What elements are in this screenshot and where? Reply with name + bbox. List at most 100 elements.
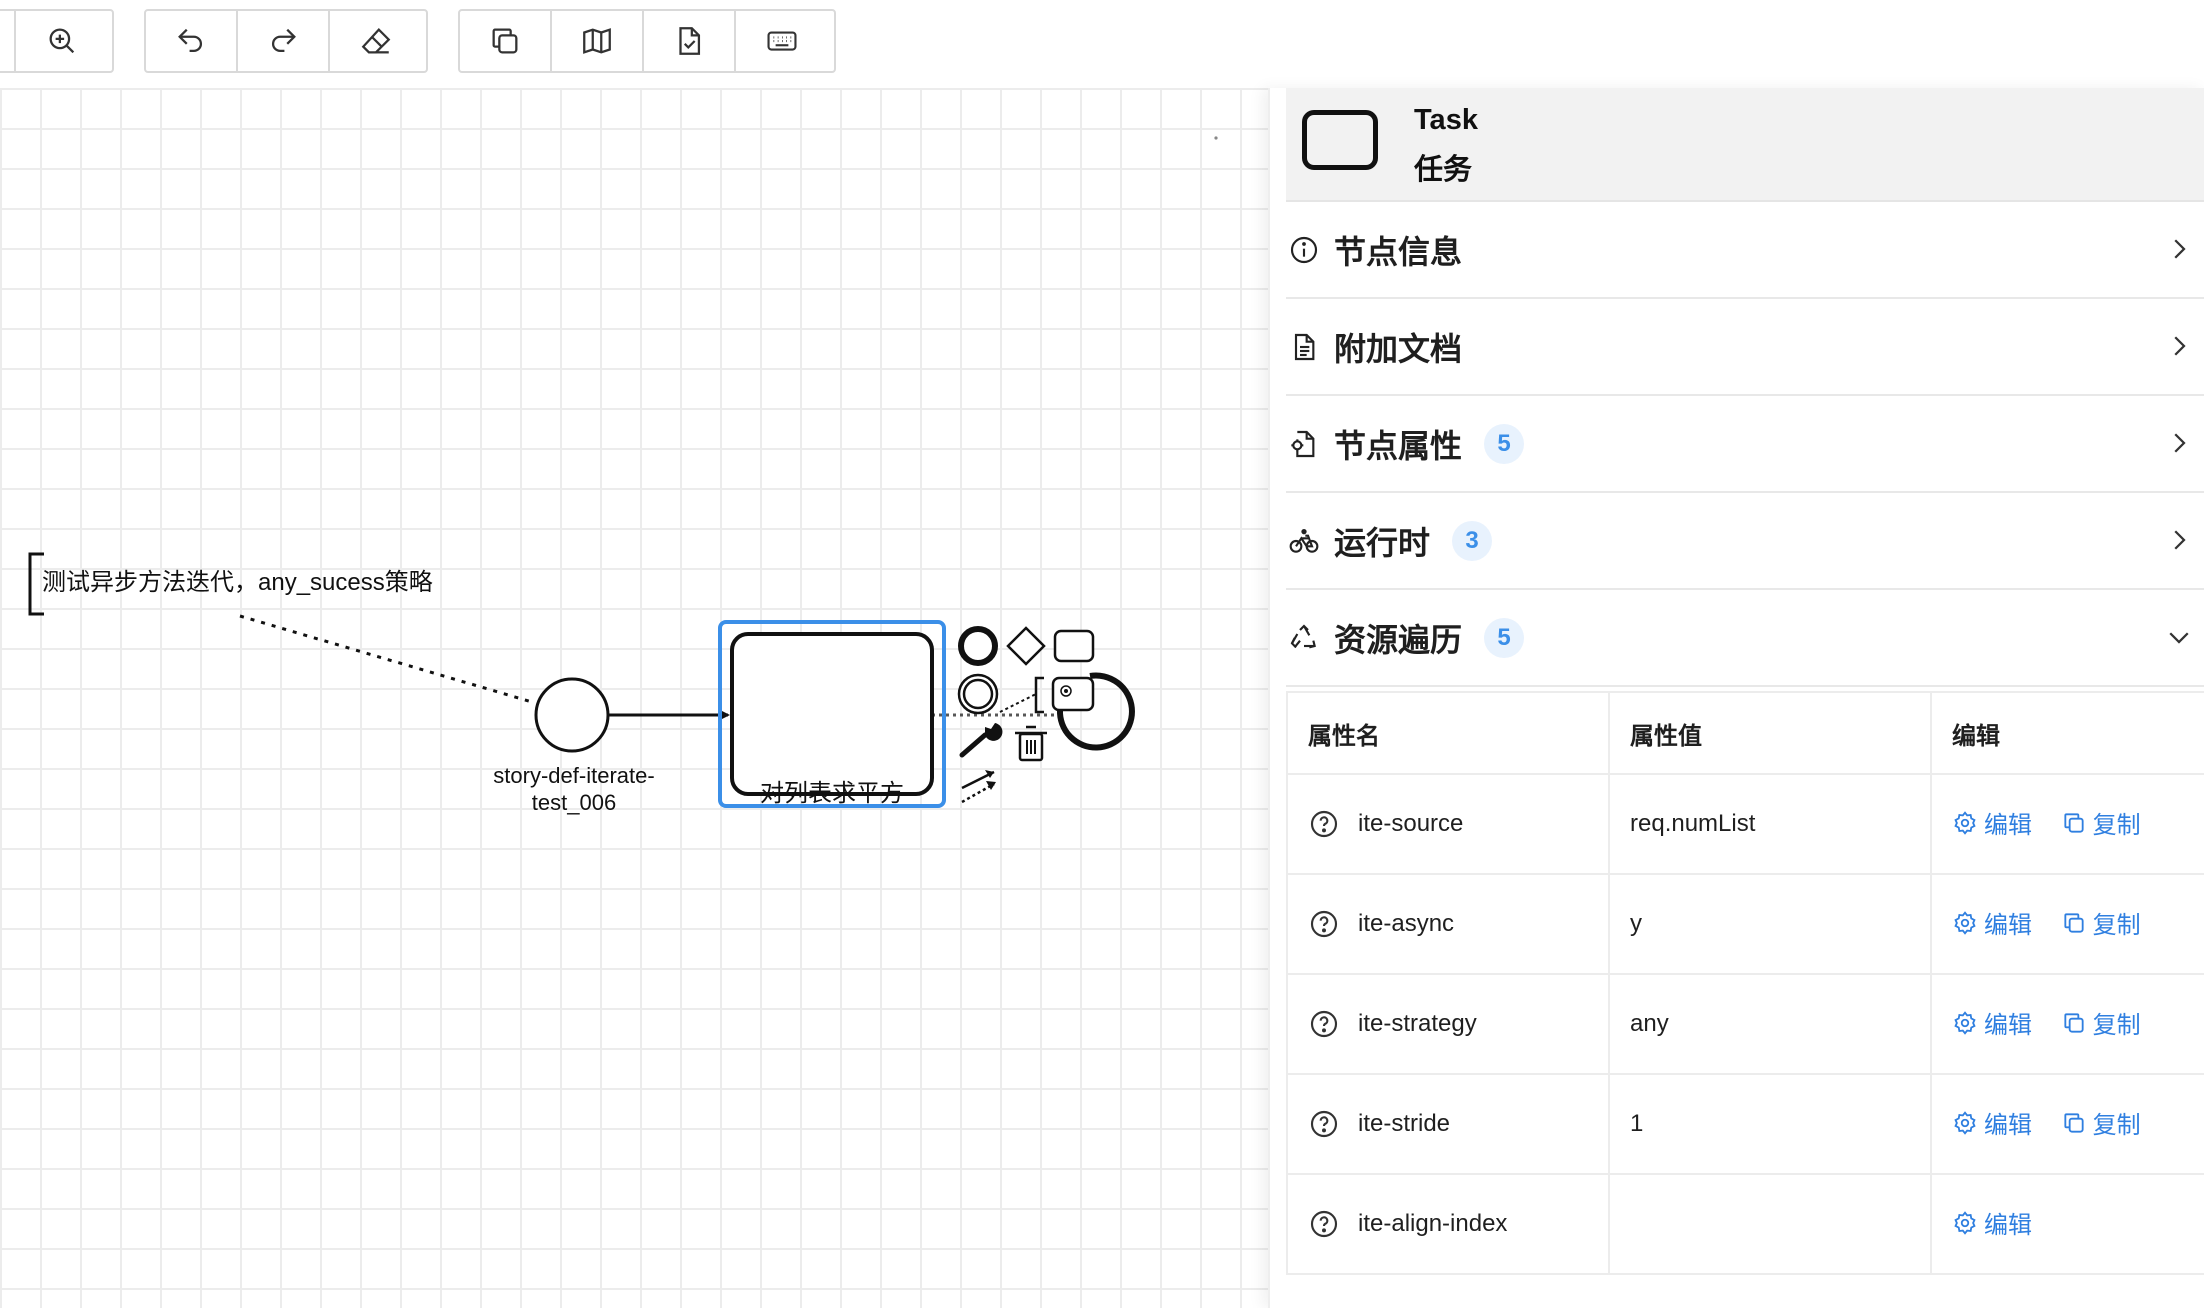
- copy-button[interactable]: 复制: [2061, 1105, 2141, 1140]
- property-value: 1: [1608, 1073, 1932, 1175]
- help-icon[interactable]: [1308, 908, 1340, 940]
- table-row: ite-stride 1 编辑 复制: [1286, 1073, 2204, 1175]
- edit-button[interactable]: 编辑: [1952, 1105, 2032, 1140]
- edit-button[interactable]: 编辑: [1952, 1205, 2032, 1240]
- copy-label: 复制: [2092, 1012, 2141, 1040]
- section-node-properties[interactable]: 节点属性 5: [1286, 396, 2204, 493]
- section-title: 节点信息: [1334, 233, 1463, 270]
- append-gateway-icon[interactable]: [1006, 626, 1046, 666]
- map-icon: [583, 28, 611, 54]
- chevron-right-icon: [2174, 336, 2186, 356]
- copy-icon: [2064, 1013, 2084, 1033]
- property-name-cell: ite-async: [1286, 873, 1610, 975]
- section-title: 资源遍历: [1334, 621, 1463, 658]
- eraser-button[interactable]: [330, 11, 422, 71]
- edit-label: 编辑: [1984, 1012, 2032, 1040]
- property-actions-cell: 编辑 复制: [1930, 1073, 2204, 1175]
- document-check-icon: [679, 27, 701, 55]
- section-node-info[interactable]: 节点信息: [1286, 202, 2204, 299]
- edit-label: 编辑: [1984, 812, 2032, 840]
- count-badge: 5: [1484, 617, 1525, 658]
- gear-icon: [1954, 810, 1976, 835]
- property-value: any: [1608, 973, 1932, 1075]
- trash-icon[interactable]: [1015, 725, 1047, 762]
- edit-label: 编辑: [1984, 1212, 2032, 1240]
- bike-icon: [1286, 523, 1322, 559]
- edit-label: 编辑: [1984, 1112, 2032, 1140]
- append-intermediate-event-icon[interactable]: [957, 673, 999, 715]
- canvas-dot: [1214, 136, 1218, 140]
- property-name-cell: ite-align-index: [1286, 1173, 1610, 1275]
- undo-icon: [178, 28, 202, 53]
- column-header-name: 属性名: [1286, 691, 1610, 775]
- start-event-label: story-def-iterate-test_006: [493, 763, 655, 815]
- column-header-edit: 编辑: [1930, 691, 2204, 775]
- copy-button[interactable]: 复制: [2061, 805, 2141, 840]
- start-event[interactable]: [534, 677, 610, 753]
- minimap-button[interactable]: [552, 11, 644, 71]
- copy-icon: [2064, 813, 2084, 833]
- property-name: ite-source: [1358, 810, 1464, 837]
- text-annotation-icon[interactable]: [999, 676, 1044, 714]
- eraser-icon: [361, 28, 391, 54]
- help-icon[interactable]: [1308, 1008, 1340, 1040]
- copy-label: 复制: [2092, 812, 2141, 840]
- append-task-icon[interactable]: [1053, 629, 1095, 663]
- section-runtime[interactable]: 运行时 3: [1286, 493, 2204, 590]
- element-type-subtitle: 任务: [1414, 154, 1473, 186]
- panel-header: Task 任务: [1286, 88, 2204, 202]
- file-gear-icon: [1286, 426, 1322, 462]
- property-name-cell: ite-source: [1286, 773, 1610, 875]
- toolbar-group-zoom: [0, 9, 114, 73]
- redo-icon: [272, 28, 296, 53]
- count-badge: 3: [1452, 520, 1493, 561]
- document-icon: [1286, 329, 1322, 365]
- text-annotation[interactable]: 测试异步方法迭代，any_sucess策略: [42, 562, 433, 597]
- chevron-right-icon: [2174, 433, 2186, 453]
- property-actions-cell: 编辑 复制: [1930, 873, 2204, 975]
- copy-icon: [2064, 913, 2084, 933]
- recycle-icon: [1286, 620, 1322, 656]
- toolbar-partial-button[interactable]: [0, 11, 16, 71]
- section-documentation[interactable]: 附加文档: [1286, 299, 2204, 396]
- redo-button[interactable]: [238, 11, 330, 71]
- copy-label: 复制: [2092, 912, 2141, 940]
- copy-button[interactable]: 复制: [2061, 1005, 2141, 1040]
- service-task-icon[interactable]: [1051, 676, 1095, 712]
- diagram-svg: [28, 136, 1218, 808]
- help-icon[interactable]: [1308, 1208, 1340, 1240]
- append-end-event-icon[interactable]: [958, 626, 998, 666]
- connect-arrow-icon[interactable]: [961, 770, 996, 804]
- edit-button[interactable]: 编辑: [1952, 1005, 2032, 1040]
- keyboard-button[interactable]: [736, 11, 828, 71]
- diagram-canvas[interactable]: 测试异步方法迭代，any_sucess策略 story-def-iterate-…: [0, 88, 1268, 1308]
- properties-table: 属性名 属性值 编辑 ite-source req.numList 编辑 复制: [1286, 691, 2204, 1275]
- gear-icon: [1954, 1010, 1976, 1035]
- association-line[interactable]: [239, 614, 533, 704]
- info-icon: [1286, 232, 1322, 268]
- copy-button[interactable]: [460, 11, 552, 71]
- help-icon[interactable]: [1308, 1108, 1340, 1140]
- task-label: 对列表求平方: [730, 698, 934, 882]
- edit-button[interactable]: 编辑: [1952, 805, 2032, 840]
- toolbar-group-history: [144, 9, 428, 73]
- section-title: 节点属性: [1334, 427, 1463, 464]
- property-actions-cell: 编辑 复制: [1930, 773, 2204, 875]
- column-header-value: 属性值: [1608, 691, 1932, 775]
- copy-button[interactable]: 复制: [2061, 905, 2141, 940]
- section-resource-iteration[interactable]: 资源遍历 5: [1286, 590, 2204, 687]
- table-row: ite-align-index 编辑: [1286, 1173, 2204, 1275]
- property-actions-cell: 编辑: [1930, 1173, 2204, 1275]
- property-value: [1608, 1173, 1932, 1275]
- help-icon[interactable]: [1308, 808, 1340, 840]
- zoom-in-button[interactable]: [16, 11, 108, 71]
- edit-button[interactable]: 编辑: [1952, 905, 2032, 940]
- table-row: ite-async y 编辑 复制: [1286, 873, 2204, 975]
- validate-button[interactable]: [644, 11, 736, 71]
- wrench-icon[interactable]: [959, 723, 1003, 758]
- chevron-right-icon: [2174, 239, 2186, 259]
- table-row: ite-strategy any 编辑 复制: [1286, 973, 2204, 1075]
- task-label-text: 对列表求平方: [760, 779, 904, 807]
- property-value: req.numList: [1608, 773, 1932, 875]
- undo-button[interactable]: [146, 11, 238, 71]
